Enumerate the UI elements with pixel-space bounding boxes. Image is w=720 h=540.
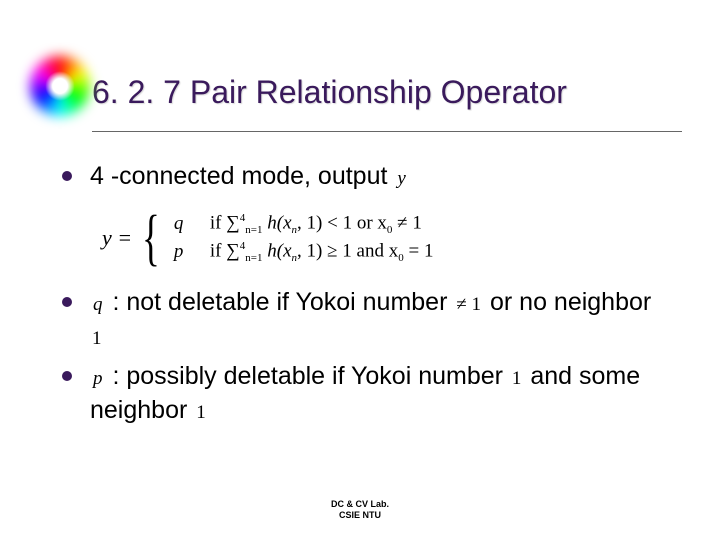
bullet-2-var: q [90,294,106,315]
case1-body: h(x [263,212,292,233]
case2-body: h(x [263,240,292,261]
brace-icon: { [142,212,160,265]
slide-title: 6. 2. 7 Pair Relationship Operator [92,74,682,132]
case1-body2: , 1) < 1 or x [297,212,387,233]
case2-val: p [174,241,188,263]
bullet-3-tail: 1 [194,402,208,423]
case-1: q if ∑4n=1 h(xn, 1) < 1 or x0 ≠ 1 [174,212,434,236]
footer-line-1: DC & CV Lab. [0,499,720,511]
bullet-icon [62,297,72,307]
bullet-2-tail: 1 [90,328,104,349]
bullet-3-var: p [90,368,106,389]
case2-sup: 4 [240,240,246,252]
bullet-2-mid: or no neighbor [483,288,651,316]
bullet-text-1: 4 -connected mode, output y [90,160,409,194]
bullet-2-pre: : not deletable if Yokoi number [106,288,455,316]
case1-cond: if ∑ [210,212,240,233]
case2-cond: if ∑ [210,240,240,261]
case-2: p if ∑4n=1 h(xn, 1) ≥ 1 and x0 = 1 [174,240,434,264]
formula: y = { q if ∑4n=1 h(xn, 1) < 1 or x0 ≠ 1 … [102,212,670,265]
case2-body3: = 1 [404,240,434,261]
formula-lhs: y = [102,225,132,251]
formula-cases: q if ∑4n=1 h(xn, 1) < 1 or x0 ≠ 1 p if ∑… [174,212,434,264]
bullet-1-var: y [394,168,408,189]
bullet-item-1: 4 -connected mode, output y [62,160,670,194]
case1-sup: 4 [240,212,246,224]
case1-if: if ∑4n=1 h(xn, 1) < 1 or x0 ≠ 1 [210,212,422,236]
footer-line-2: CSIE NTU [0,510,720,522]
color-wheel-core [45,71,75,101]
case2-if: if ∑4n=1 h(xn, 1) ≥ 1 and x0 = 1 [210,240,434,264]
slide: 6. 2. 7 Pair Relationship Operator 4 -co… [0,0,720,540]
case2-sub: n=1 [245,252,262,264]
bullet-icon [62,171,72,181]
bullet-2-cond: ≠ 1 [454,294,483,315]
bullet-text-2: q : not deletable if Yokoi number ≠ 1 or… [90,286,670,354]
bullet-1-text: 4 -connected mode, output [90,162,387,190]
case1-body3: ≠ 1 [392,212,421,233]
footer: DC & CV Lab. CSIE NTU [0,499,720,522]
bullet-3-cond: 1 [510,368,524,389]
bullet-icon [62,371,72,381]
case1-sub: n=1 [245,224,262,236]
bullet-text-3: p : possibly deletable if Yokoi number 1… [90,360,670,428]
bullet-3-pre: : possibly deletable if Yokoi number [106,362,510,390]
content-area: 4 -connected mode, output y y = { q if ∑… [62,160,670,427]
formula-block: y = { q if ∑4n=1 h(xn, 1) < 1 or x0 ≠ 1 … [102,212,670,265]
bullet-item-3: p : possibly deletable if Yokoi number 1… [62,360,670,428]
case2-body2: , 1) ≥ 1 and x [297,240,398,261]
bullet-item-2: q : not deletable if Yokoi number ≠ 1 or… [62,286,670,354]
case1-val: q [174,213,188,235]
